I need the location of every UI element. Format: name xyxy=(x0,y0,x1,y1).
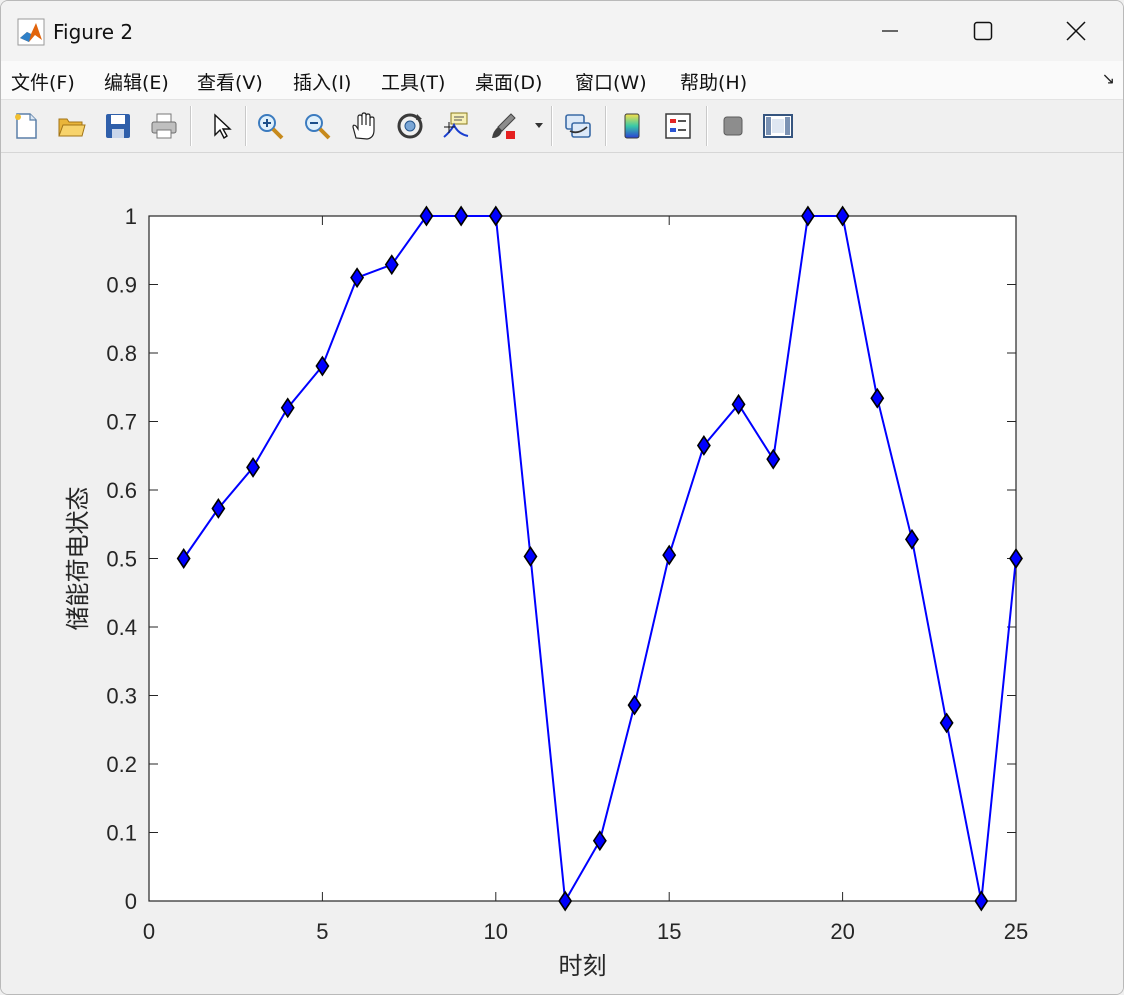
toolbar-separator xyxy=(190,106,192,146)
brush-button[interactable] xyxy=(486,109,520,143)
maximize-button[interactable] xyxy=(937,1,1029,61)
menu-tools[interactable]: 工具(T) xyxy=(381,68,445,95)
brush-icon xyxy=(492,113,516,139)
pan-hand-icon xyxy=(352,112,375,140)
save-button[interactable] xyxy=(101,109,135,143)
zoom-in-button[interactable] xyxy=(253,109,287,143)
y-tick-label: 0.3 xyxy=(106,684,137,709)
line-chart: 0 5 10 15 20 25 0 0.1 0.2 0.3 0.4 0.5 0.6 0.7 0.8 0.9 1 时… xyxy=(64,204,1028,980)
y-tick-label: 0.2 xyxy=(106,752,137,777)
rotate-3d-button[interactable] xyxy=(393,109,427,143)
brush-dropdown-icon xyxy=(535,123,543,128)
y-tick-label: 0.8 xyxy=(106,341,137,366)
y-tick-label: 0 xyxy=(125,889,137,914)
title-bar[interactable]: Figure 2 xyxy=(1,1,1123,61)
open-file-button[interactable] xyxy=(54,109,88,143)
y-axis-label: 储能荷电状态 xyxy=(64,487,92,631)
x-axis-label: 时刻 xyxy=(559,952,607,980)
menu-bar: 文件(F) 编辑(E) 查看(V) 插入(I) 工具(T) 桌面(D) 窗口(W… xyxy=(1,61,1123,100)
toolbar-separator xyxy=(706,106,708,146)
print-icon xyxy=(151,113,177,139)
figure-canvas: 0 5 10 15 20 25 0 0.1 0.2 0.3 0.4 0.5 0.6 0.7 0.8 0.9 1 时… xyxy=(1,153,1123,994)
y-tick-label: 0.6 xyxy=(106,478,137,503)
print-button[interactable] xyxy=(147,109,181,143)
menu-window[interactable]: 窗口(W) xyxy=(575,68,647,95)
link-plot-icon xyxy=(565,114,591,138)
colorbar-icon xyxy=(624,113,640,139)
y-tick-label: 0.1 xyxy=(106,821,137,846)
edit-plot-button[interactable] xyxy=(204,109,238,143)
menu-edit[interactable]: 编辑(E) xyxy=(104,68,169,95)
open-file-icon xyxy=(58,118,86,137)
new-figure-icon xyxy=(15,113,37,139)
zoom-out-button[interactable] xyxy=(300,109,334,143)
edit-plot-arrow-icon xyxy=(214,113,232,140)
y-tick-label: 0.5 xyxy=(106,547,137,572)
colorbar-button[interactable] xyxy=(615,109,649,143)
legend-button[interactable] xyxy=(661,109,695,143)
x-tick-label: 0 xyxy=(143,919,155,944)
hide-plot-tools-icon xyxy=(723,116,743,136)
hide-plot-tools-button[interactable] xyxy=(716,109,750,143)
x-tick-label: 15 xyxy=(657,919,681,944)
close-icon xyxy=(1066,21,1086,41)
pan-button[interactable] xyxy=(346,109,380,143)
minimize-icon xyxy=(882,30,898,32)
toolbar-separator xyxy=(245,106,247,146)
data-cursor-icon xyxy=(443,112,469,138)
window-title: Figure 2 xyxy=(53,20,134,44)
link-plot-button[interactable] xyxy=(561,109,595,143)
menu-help[interactable]: 帮助(H) xyxy=(680,68,747,95)
x-tick-label: 25 xyxy=(1004,919,1028,944)
y-tick-label: 1 xyxy=(125,204,137,229)
new-figure-button[interactable] xyxy=(9,109,43,143)
show-plot-tools-icon xyxy=(763,114,793,138)
figure-window: Figure 2 文件(F) 编辑(E) 查看(V) 插入(I) 工具(T) 桌… xyxy=(0,0,1124,995)
x-tick-label: 10 xyxy=(484,919,508,944)
x-tick-label: 20 xyxy=(830,919,854,944)
menu-file[interactable]: 文件(F) xyxy=(11,68,75,95)
close-button[interactable] xyxy=(1030,1,1122,61)
maximize-icon xyxy=(973,21,993,41)
brush-dropdown-button[interactable] xyxy=(531,109,547,143)
toolbar-separator xyxy=(605,106,607,146)
legend-icon xyxy=(665,113,691,139)
y-tick-label: 0.4 xyxy=(106,615,137,640)
data-cursor-button[interactable] xyxy=(439,109,473,143)
toolbar-separator xyxy=(551,106,553,146)
minimize-button[interactable] xyxy=(844,1,936,61)
dock-arrow-icon[interactable]: ↘ xyxy=(1102,69,1115,88)
zoom-out-icon xyxy=(305,114,331,140)
menu-view[interactable]: 查看(V) xyxy=(197,68,263,95)
save-icon xyxy=(106,114,130,138)
plot-area xyxy=(148,215,1017,902)
y-tick-label: 0.7 xyxy=(106,410,137,435)
show-plot-tools-button[interactable] xyxy=(761,109,795,143)
y-tick-label: 0.9 xyxy=(106,273,137,298)
x-tick-label: 5 xyxy=(316,919,328,944)
matlab-logo-icon xyxy=(17,18,45,46)
figure-toolbar xyxy=(1,100,1123,153)
rotate-3d-icon xyxy=(397,113,423,139)
menu-desktop[interactable]: 桌面(D) xyxy=(475,68,542,95)
zoom-in-icon xyxy=(258,114,284,140)
menu-insert[interactable]: 插入(I) xyxy=(293,68,351,95)
